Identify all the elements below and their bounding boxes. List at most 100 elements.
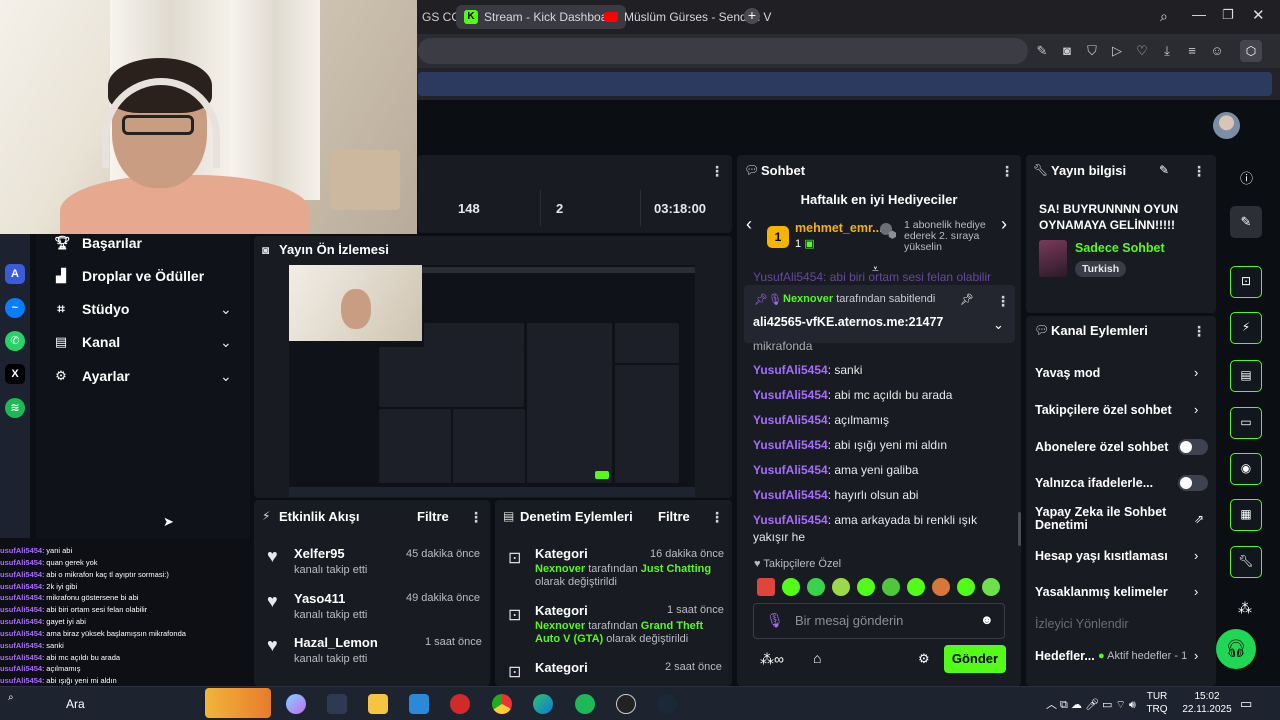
chat-tool-button[interactable]: ▭ [1230,407,1262,439]
spotify-icon[interactable]: ≋ [5,398,25,418]
goals-item[interactable]: Hedefler... [1035,649,1095,663]
pinned-menu-icon[interactable]: ⋮ [996,293,1010,310]
clock[interactable]: 15:02 22.11.2025 [1178,690,1236,716]
opera-icon[interactable] [450,694,470,714]
external-link-icon[interactable]: ⇗ [1194,512,1204,526]
chevron-left-icon[interactable]: ‹ [746,214,752,235]
steam-icon[interactable] [657,694,677,714]
camera-icon[interactable]: ◙ [1059,43,1075,59]
emote[interactable] [882,578,900,596]
ai-moderation-item[interactable]: Yapay Zeka ile Sohbet Denetimi [1035,506,1175,532]
points-icon[interactable]: ⁂∞ [760,651,784,668]
vscode-icon[interactable] [409,694,429,714]
subscribers-only-toggle[interactable] [1178,439,1208,455]
chevron-right-icon[interactable]: › [1194,584,1198,599]
x-icon[interactable]: X [5,364,25,384]
emote-only-toggle[interactable] [1178,475,1208,491]
edge-icon[interactable] [533,694,553,714]
activity-filter-button[interactable]: Filtre [417,509,449,524]
minimize-button[interactable]: — [1192,6,1206,22]
chrome-icon[interactable] [492,694,512,714]
mic-icon[interactable]: 🎙︎ [766,612,784,629]
spotify-icon[interactable] [575,694,595,714]
store-icon[interactable] [327,694,347,714]
activity-user[interactable]: Hazal_Lemon [294,635,378,650]
activity-user[interactable]: Yaso411 [294,591,345,606]
search-icon[interactable]: ⌕ [8,692,14,703]
sidebar-item-settings[interactable]: ⚙ Ayarlar [54,363,130,389]
edit-icon[interactable]: ✎ [1159,163,1169,177]
moderation-tool-button[interactable]: ▤ [1230,360,1262,392]
heart-icon[interactable]: ♡ [1134,43,1150,59]
activity-user[interactable]: Xelfer95 [294,546,345,561]
slow-mode-item[interactable]: Yavaş mod [1035,366,1100,380]
info-icon[interactable]: ⓘ [1240,168,1253,187]
chevron-down-icon[interactable]: ⌄ [220,334,232,351]
moderation-menu-icon[interactable]: ⋮ [710,509,724,526]
broadcast-tool-button[interactable]: ◉ [1230,453,1262,485]
host-viewers-item[interactable]: İzleyici Yönlendir [1035,617,1129,631]
messenger-icon[interactable]: ~ [5,298,25,318]
chevron-down-icon[interactable]: ⌄ [220,301,232,318]
taskbar-search[interactable]: Ara [66,697,85,711]
new-tab-button[interactable]: + [744,8,760,24]
profile-icon[interactable]: ☺ [1209,43,1225,59]
extension-cube-icon[interactable]: ⬡ [1240,40,1262,62]
chevron-right-icon[interactable]: › [1194,548,1198,563]
stats-menu-icon[interactable]: ⋮ [710,163,724,180]
edit-icon[interactable]: ✎ [1034,43,1050,59]
widget-image[interactable] [205,688,271,718]
search-icon[interactable]: ⌕ [1160,8,1168,25]
support-headset-button[interactable]: 🎧︎ [1216,629,1256,669]
copilot-icon[interactable] [286,694,306,714]
stream-category[interactable]: Sadece Sohbet [1075,241,1165,255]
chat-scrollbar[interactable] [1018,512,1021,546]
sidebar-item-achievements[interactable]: 🏆︎ Başarılar [54,230,142,256]
banned-words-item[interactable]: Yasaklanmış kelimeler [1035,585,1168,599]
activity-tool-button[interactable]: ⚡︎ [1230,312,1262,344]
sidebar-item-channel[interactable]: ▤ Kanal [54,329,120,355]
layout-tool-button[interactable]: ▦ [1230,499,1262,531]
tray-icons[interactable]: ︿ ⧉ ☁ 🎤︎ ▭ ⌔ 🔊︎ [1046,696,1136,712]
emote[interactable] [957,578,975,596]
stream-info-menu-icon[interactable]: ⋮ [1192,163,1206,180]
emote[interactable] [807,578,825,596]
emote[interactable] [982,578,1000,596]
activity-menu-icon[interactable]: ⋮ [469,509,483,526]
chevron-down-icon[interactable]: ⌄ [993,317,1004,333]
emote[interactable] [757,578,775,596]
followers-only-item[interactable]: Takipçilere özel sohbet [1035,403,1172,417]
emote[interactable] [782,578,800,596]
close-button[interactable]: ✕ [1252,6,1265,24]
apps-icon[interactable]: ⁂ [1238,600,1252,617]
chevron-right-icon[interactable]: › [1194,648,1198,663]
unpin-icon[interactable]: 📌︎ [960,293,974,306]
chevron-right-icon[interactable]: › [1001,214,1007,235]
chat-menu-icon[interactable]: ⋮ [1000,163,1014,180]
account-age-item[interactable]: Hesap yaşı kısıtlaması [1035,549,1168,563]
preview-tool-button[interactable]: ⊡ [1230,266,1262,298]
play-icon[interactable]: ▷ [1109,43,1125,59]
sidebar-item-studio[interactable]: ⌗ Stüdyo [54,296,129,322]
scroll-down-icon[interactable]: ⩡ [872,262,879,277]
emoji-icon[interactable]: ☻ [980,612,994,627]
send-button[interactable]: Gönder [944,645,1006,673]
address-bar[interactable] [418,38,1028,64]
whatsapp-icon[interactable]: ✆ [5,331,25,351]
gear-icon[interactable]: ⚙ [918,651,930,667]
avatar[interactable] [1213,112,1240,139]
wrench-tool-button[interactable]: 🔧︎ [1230,546,1262,578]
emote[interactable] [907,578,925,596]
edit-tool-button[interactable]: ✎ [1230,206,1262,238]
sidebar-item-drops[interactable]: ▟ Droplar ve Ödüller [54,263,204,289]
menu-icon[interactable]: ≡ [1184,43,1200,59]
emote[interactable] [832,578,850,596]
download-icon[interactable]: ⤓ [1159,43,1175,59]
keyboard-language[interactable]: TUR TRQ [1140,690,1174,716]
pinned-message-text[interactable]: ali42565-vfKE.aternos.me:21477 [753,315,943,329]
restore-button[interactable]: ❐ [1222,7,1234,23]
emote[interactable] [857,578,875,596]
store-icon[interactable]: ⌂ [813,650,821,666]
chevron-down-icon[interactable]: ⌄ [220,368,232,385]
notification-icon[interactable]: ▭ [1240,696,1252,712]
